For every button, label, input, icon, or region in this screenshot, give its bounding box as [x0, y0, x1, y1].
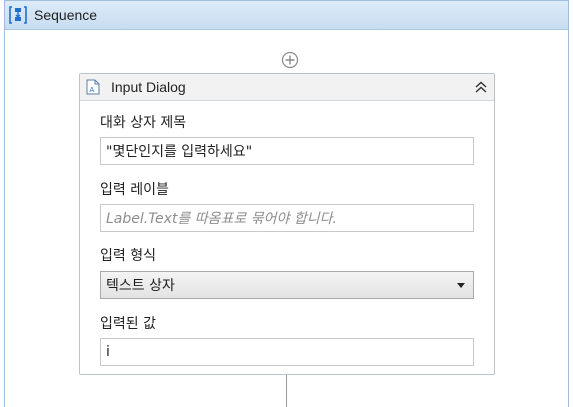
input-label-placeholder: Label.Text를 따옴표로 묶어야 합니다. — [106, 211, 337, 227]
input-dialog-icon: A — [85, 79, 101, 95]
input-label-field[interactable]: Label.Text를 따옴표로 묶어야 합니다. — [100, 204, 474, 232]
sequence-header[interactable]: Sequence — [5, 1, 568, 30]
dialog-title-value: "몇단인지를 입력하세요" — [106, 144, 253, 160]
input-type-value: 텍스트 상자 — [106, 278, 175, 294]
input-dialog-activity[interactable]: A Input Dialog 대화 상자 제목 "몇단인지를 입력하세요" 입력… — [79, 73, 495, 375]
activity-title: Input Dialog — [111, 79, 186, 95]
connector-line — [286, 375, 287, 407]
entered-value-label: 입력된 값 — [100, 316, 156, 332]
double-chevron-up-icon — [475, 81, 487, 93]
input-type-label: 입력 형식 — [100, 248, 156, 264]
sequence-title: Sequence — [34, 7, 98, 23]
dropdown-arrow-icon — [457, 283, 465, 288]
entered-value-field[interactable]: i — [100, 338, 474, 366]
collapse-button[interactable] — [472, 78, 490, 96]
entered-value-value: i — [106, 344, 110, 360]
svg-text:A: A — [90, 86, 95, 94]
dialog-title-field[interactable]: "몇단인지를 입력하세요" — [100, 137, 474, 165]
input-type-select[interactable]: 텍스트 상자 — [100, 271, 474, 299]
add-activity-button[interactable] — [281, 51, 299, 69]
sequence-icon — [8, 5, 28, 25]
dialog-title-label: 대화 상자 제목 — [100, 115, 187, 131]
input-label-label: 입력 레이블 — [100, 182, 169, 198]
plus-circle-icon — [281, 51, 299, 69]
activity-header[interactable]: A Input Dialog — [80, 74, 494, 101]
